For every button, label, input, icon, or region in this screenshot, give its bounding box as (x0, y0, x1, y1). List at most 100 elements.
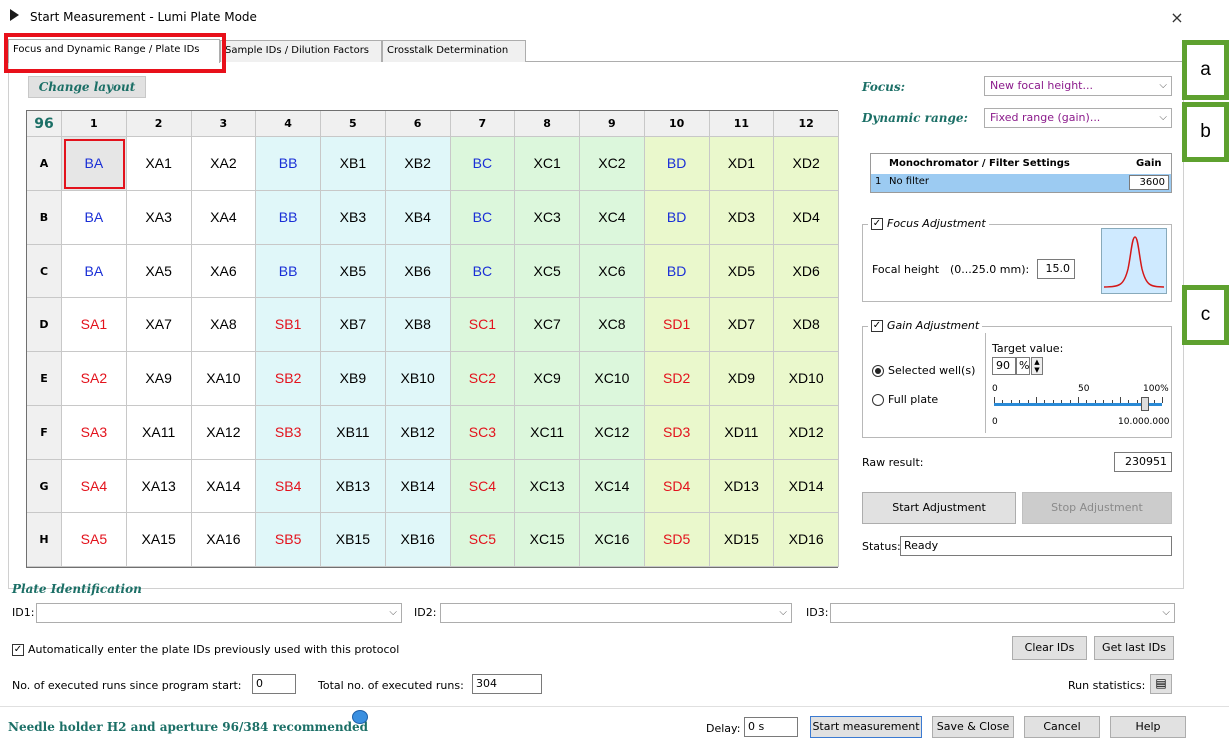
plate-well[interactable]: XB8 (385, 298, 451, 352)
plate-well[interactable]: BB (256, 244, 321, 299)
plate-well[interactable]: XD14 (774, 459, 839, 514)
plate-well[interactable]: SC1 (450, 298, 516, 352)
plate-well[interactable]: BD (644, 244, 710, 299)
plate-well[interactable]: SA4 (62, 459, 127, 514)
cancel-button[interactable]: Cancel (1024, 716, 1100, 738)
plate-well[interactable]: BC (450, 137, 516, 191)
auto-plate-ids-checkbox[interactable]: ✓ (12, 644, 24, 656)
change-layout-button[interactable]: Change layout (28, 76, 146, 98)
help-button[interactable]: Help (1110, 716, 1186, 738)
gain-adjustment-checkbox[interactable]: ✓ (871, 320, 883, 332)
plate-well[interactable]: XD7 (709, 298, 775, 352)
plate-well[interactable]: XA6 (191, 244, 257, 299)
plate-well[interactable]: XC16 (580, 513, 645, 567)
plate-well[interactable]: BC (450, 190, 516, 245)
plate-well[interactable]: XB5 (321, 244, 386, 299)
filter-row[interactable]: 1 No filter 3600 (871, 174, 1171, 192)
plate-well[interactable]: XD4 (774, 190, 839, 245)
plate-well[interactable]: SD5 (644, 513, 710, 567)
plate-well[interactable]: XA16 (191, 513, 257, 567)
plate-well[interactable]: SA2 (62, 352, 127, 406)
plate-well[interactable]: XC8 (580, 298, 645, 352)
plate-well[interactable]: BA (62, 244, 127, 299)
plate-well[interactable]: XC9 (515, 352, 580, 406)
delay-input[interactable]: 0 s (744, 717, 798, 737)
plate-well[interactable]: XD16 (774, 513, 839, 567)
plate-well[interactable]: XB14 (385, 459, 451, 514)
plate-well[interactable]: XC6 (580, 244, 645, 299)
gain-input[interactable]: 3600 (1129, 175, 1169, 190)
id3-dropdown[interactable]: ⌵ (830, 603, 1175, 623)
plate-well[interactable]: BB (256, 137, 321, 191)
plate-well[interactable]: XB11 (321, 405, 386, 460)
tab-crosstalk[interactable]: Crosstalk Determination (382, 40, 526, 62)
plate-well[interactable]: SD2 (644, 352, 710, 406)
plate-well[interactable]: XA13 (126, 459, 192, 514)
plate-well[interactable]: XA1 (126, 137, 192, 191)
run-statistics-icon[interactable]: ▤ (1150, 674, 1172, 694)
plate-well[interactable]: SC3 (450, 405, 516, 460)
plate-well[interactable]: SB5 (256, 513, 321, 567)
plate-well[interactable]: BD (644, 137, 710, 191)
plate-well[interactable]: XA8 (191, 298, 257, 352)
plate-well[interactable]: SB1 (256, 298, 321, 352)
plate-well[interactable]: SD1 (644, 298, 710, 352)
gain-adjustment-legend[interactable]: ✓ Gain Adjustment (868, 319, 983, 332)
clear-ids-button[interactable]: Clear IDs (1012, 636, 1087, 660)
plate-well[interactable]: SA1 (62, 298, 127, 352)
plate-well[interactable]: BC (450, 244, 516, 299)
plate-well[interactable]: XB6 (385, 244, 451, 299)
plate-well[interactable]: SD3 (644, 405, 710, 460)
plate-well[interactable]: XB7 (321, 298, 386, 352)
plate-well[interactable]: XD13 (709, 459, 775, 514)
plate-well[interactable]: XA7 (126, 298, 192, 352)
plate-well[interactable]: BB (256, 190, 321, 245)
plate-well[interactable]: XA11 (126, 405, 192, 460)
plate-well[interactable]: SC2 (450, 352, 516, 406)
auto-plate-ids-option[interactable]: ✓ Automatically enter the plate IDs previ… (12, 643, 399, 656)
focus-adjustment-legend[interactable]: ✓ Focus Adjustment (868, 217, 989, 230)
plate-well[interactable]: XA5 (126, 244, 192, 299)
plate-well[interactable]: XB15 (321, 513, 386, 567)
plate-well[interactable]: XC3 (515, 190, 580, 245)
plate-well[interactable]: XC5 (515, 244, 580, 299)
plate-well[interactable]: SD4 (644, 459, 710, 514)
plate-well[interactable]: SB2 (256, 352, 321, 406)
plate-well[interactable]: XB12 (385, 405, 451, 460)
get-last-ids-button[interactable]: Get last IDs (1094, 636, 1174, 660)
plate-well[interactable]: XA12 (191, 405, 257, 460)
plate-well[interactable]: BA (62, 190, 127, 245)
plate-well[interactable]: XB2 (385, 137, 451, 191)
plate-well[interactable]: XD6 (774, 244, 839, 299)
plate-well[interactable]: XD9 (709, 352, 775, 406)
gain-slider-track[interactable] (994, 403, 1162, 406)
plate-well[interactable]: SC5 (450, 513, 516, 567)
plate-well[interactable]: SC4 (450, 459, 516, 514)
plate-well[interactable]: XA14 (191, 459, 257, 514)
plate-well[interactable]: XA2 (191, 137, 257, 191)
plate-well[interactable]: BD (644, 190, 710, 245)
plate-well[interactable]: XB10 (385, 352, 451, 406)
plate-well[interactable]: XD2 (774, 137, 839, 191)
plate-well[interactable]: XC11 (515, 405, 580, 460)
plate-well[interactable]: XD3 (709, 190, 775, 245)
plate-well[interactable]: XA9 (126, 352, 192, 406)
plate-well[interactable]: XD1 (709, 137, 775, 191)
plate-well[interactable]: XD5 (709, 244, 775, 299)
id1-dropdown[interactable]: ⌵ (36, 603, 402, 623)
plate-well[interactable]: SA5 (62, 513, 127, 567)
plate-well[interactable]: XA15 (126, 513, 192, 567)
focus-dropdown[interactable]: New focal height... ⌵ (984, 76, 1172, 96)
plate-well[interactable]: XC1 (515, 137, 580, 191)
plate-well[interactable]: XD15 (709, 513, 775, 567)
plate-well[interactable]: XD8 (774, 298, 839, 352)
plate-well[interactable]: XA3 (126, 190, 192, 245)
plate-well[interactable]: XB16 (385, 513, 451, 567)
tab-sample-ids[interactable]: Sample IDs / Dilution Factors (220, 40, 382, 62)
gain-slider-thumb[interactable] (1141, 397, 1150, 411)
info-bubble-icon[interactable] (352, 710, 368, 724)
focal-height-input[interactable]: 15.0 (1037, 259, 1075, 279)
plate-well[interactable]: SB4 (256, 459, 321, 514)
plate-well[interactable]: XA4 (191, 190, 257, 245)
start-adjustment-button[interactable]: Start Adjustment (862, 492, 1016, 524)
